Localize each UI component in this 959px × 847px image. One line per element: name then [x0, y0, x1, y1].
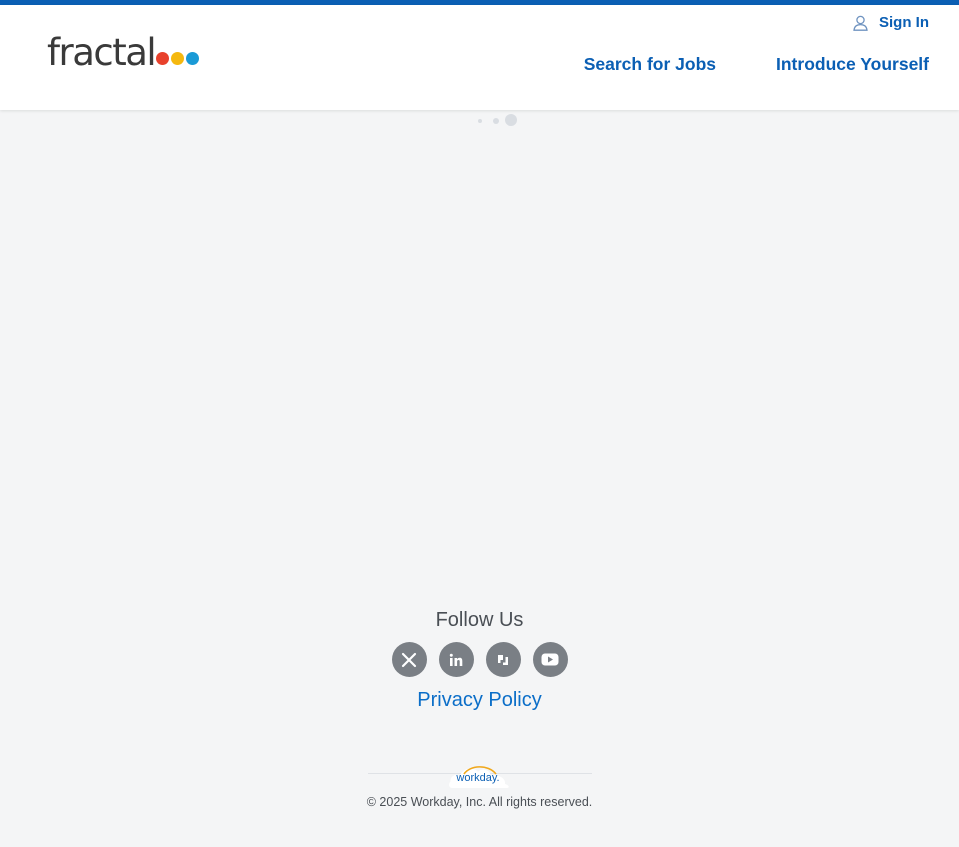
logo-dots — [156, 51, 201, 65]
logo-dot-yellow — [171, 51, 185, 65]
workday-logo: workday. — [449, 766, 509, 788]
nav-search-jobs[interactable]: Search for Jobs — [584, 54, 716, 75]
workday-branding: workday. — [368, 750, 592, 790]
x-icon[interactable] — [391, 642, 427, 677]
sign-in-label: Sign In — [879, 14, 929, 31]
follow-us-heading: Follow Us — [435, 609, 524, 631]
social-links — [0, 642, 959, 677]
logo-dot-blue — [186, 51, 200, 65]
site-header: fractal Sign In Search for Jobs Introduc… — [0, 5, 959, 110]
logo-dot-red — [156, 51, 170, 65]
main-nav: Search for Jobs Introduce Yourself — [524, 54, 929, 75]
loading-indicator — [476, 114, 520, 126]
company-logo[interactable]: fractal — [47, 31, 201, 75]
linkedin-icon[interactable] — [438, 642, 474, 677]
youtube-icon[interactable] — [532, 642, 568, 677]
sign-in-button[interactable]: Sign In — [853, 14, 929, 31]
privacy-policy-link[interactable]: Privacy Policy — [417, 689, 541, 712]
loader-dot — [505, 114, 517, 126]
loader-dot — [493, 118, 499, 124]
user-icon — [853, 15, 868, 31]
nav-introduce-yourself[interactable]: Introduce Yourself — [776, 54, 929, 75]
site-footer: Follow Us Privacy Policy — [0, 606, 959, 712]
loader-dot — [478, 119, 482, 123]
copyright-text: © 2025 Workday, Inc. All rights reserved… — [366, 795, 593, 809]
logo-wordmark: fractal — [47, 31, 157, 74]
glassdoor-icon[interactable] — [485, 642, 521, 677]
workday-logo-text: workday. — [455, 772, 499, 784]
